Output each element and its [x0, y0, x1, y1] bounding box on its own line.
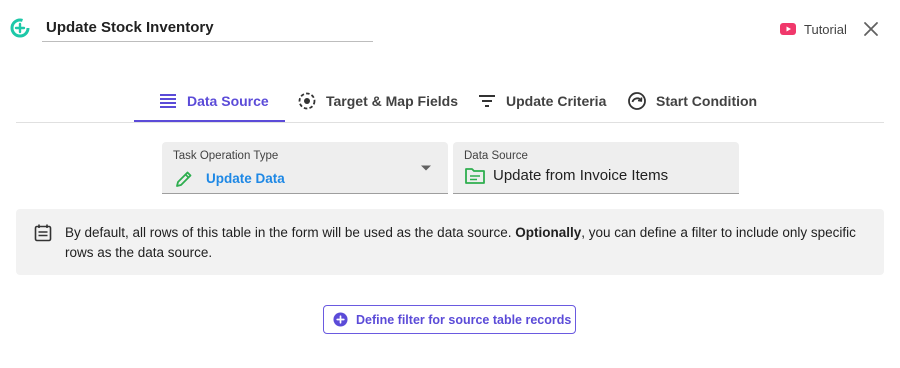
field-value: Update Data — [206, 171, 285, 186]
info-text: By default, all rows of this table in th… — [65, 223, 865, 262]
calendar-note-icon — [34, 224, 52, 242]
filter-lines-icon — [479, 95, 495, 107]
tutorial-link[interactable]: Tutorial — [780, 19, 847, 39]
task-operation-type-select[interactable]: Task Operation Type Update Data — [162, 142, 448, 194]
info-text-part: By default, all rows of this table in th… — [65, 225, 516, 240]
header: Update Stock Inventory Tutorial — [0, 0, 900, 60]
tab-data-source[interactable]: Data Source — [158, 80, 269, 122]
tab-label: Update Criteria — [506, 93, 607, 109]
chevron-down-icon[interactable] — [420, 164, 432, 172]
tutorial-label: Tutorial — [804, 21, 847, 37]
tab-label: Target & Map Fields — [326, 93, 458, 109]
info-text-bold: Optionally — [515, 225, 582, 240]
info-box: By default, all rows of this table in th… — [16, 209, 884, 275]
table-icon — [465, 168, 485, 184]
active-tab-indicator — [134, 120, 285, 122]
plus-circle-icon — [333, 312, 348, 327]
tab-label: Start Condition — [656, 93, 758, 109]
app-add-icon — [10, 18, 30, 38]
tab-target-map-fields[interactable]: Target & Map Fields — [297, 80, 458, 122]
data-source-select[interactable]: Data Source Update from Invoice Items — [453, 142, 739, 194]
clock-arrow-icon — [628, 92, 646, 110]
tab-start-condition[interactable]: Start Condition — [627, 80, 757, 122]
field-label: Data Source — [464, 150, 528, 162]
tab-bar: Data Source Target & Map Fields Update C… — [16, 80, 884, 123]
target-icon — [298, 92, 316, 110]
define-filter-button[interactable]: Define filter for source table records — [323, 305, 576, 334]
tab-update-criteria[interactable]: Update Criteria — [477, 80, 606, 122]
define-filter-label: Define filter for source table records — [356, 312, 572, 327]
youtube-icon — [780, 23, 796, 35]
field-value: Update from Invoice Items — [493, 167, 669, 184]
list-lines-icon — [160, 94, 176, 108]
page-title[interactable]: Update Stock Inventory — [42, 16, 373, 40]
tab-label: Data Source — [187, 93, 269, 109]
pencil-icon — [176, 171, 192, 187]
field-label: Task Operation Type — [173, 150, 279, 162]
title-field[interactable]: Update Stock Inventory — [42, 16, 373, 42]
close-icon[interactable] — [862, 20, 880, 38]
